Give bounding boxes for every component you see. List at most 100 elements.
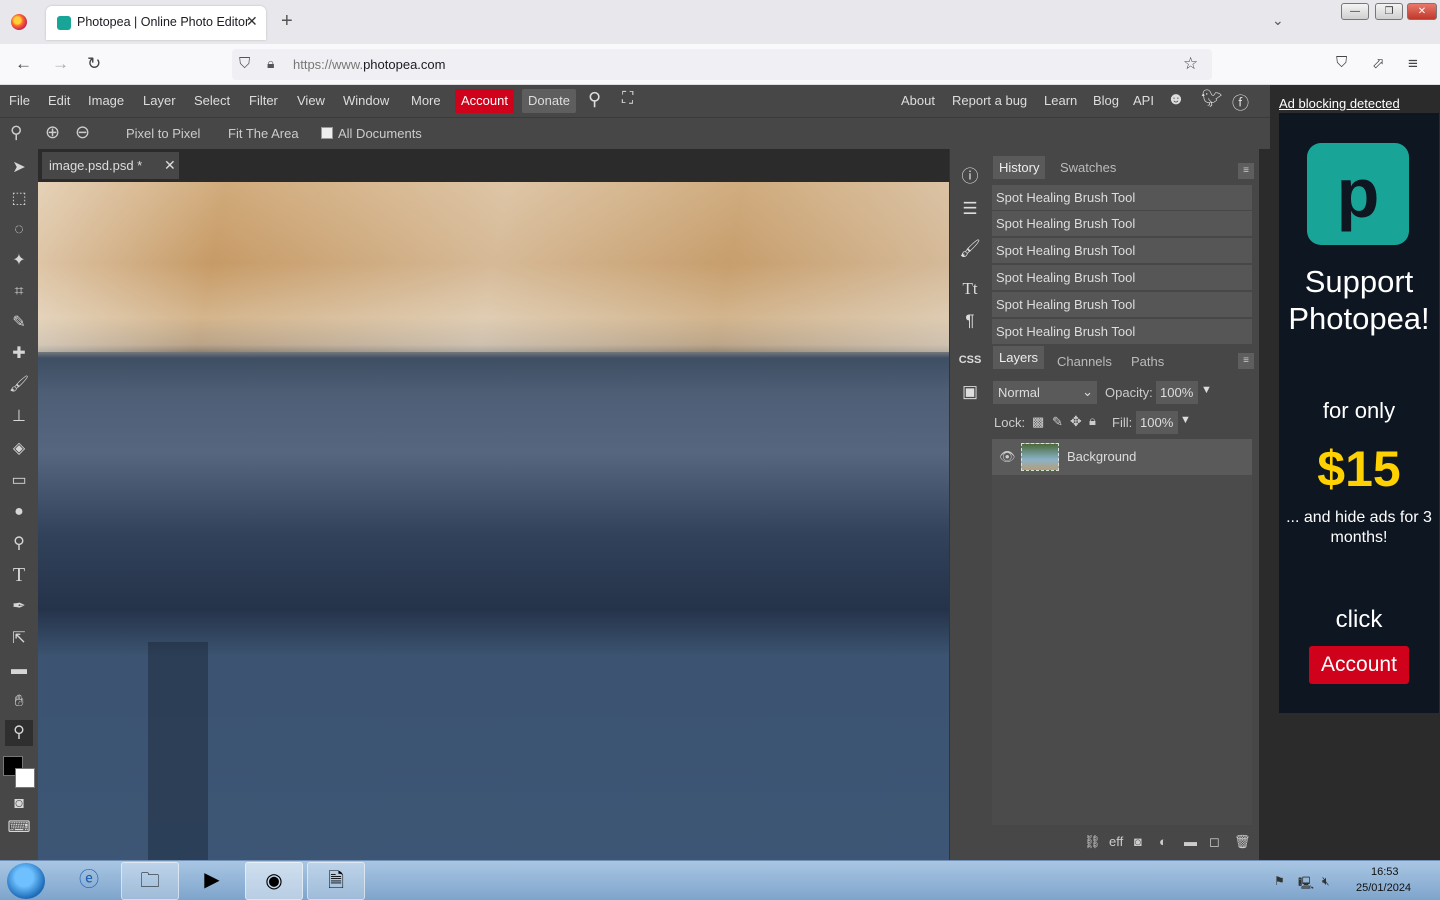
history-item[interactable]: Spot Healing Brush Tool (992, 211, 1252, 237)
media-player-icon[interactable]: ▶ (183, 862, 241, 900)
brush-tool-icon[interactable]: 🖌︎ (5, 372, 33, 398)
firefox-icon[interactable] (11, 14, 27, 30)
visibility-eye-icon[interactable]: 👁︎ (999, 449, 1016, 465)
tab-channels[interactable]: Channels (1057, 354, 1112, 369)
rectangle-tool-icon[interactable]: ▬ (5, 657, 33, 683)
character-icon[interactable]: Tt (958, 277, 982, 301)
document-close-button[interactable]: ✕ (164, 157, 176, 174)
menu-file[interactable]: File (9, 93, 30, 108)
facebook-icon[interactable]: ⓕ (1232, 89, 1249, 114)
zoom-out-icon[interactable]: ⊖ (75, 122, 90, 143)
magic-wand-tool-icon[interactable]: ✦ (5, 248, 33, 274)
history-item[interactable]: Spot Healing Brush Tool (992, 238, 1252, 264)
lock-transparent-icon[interactable]: ▩ (1032, 414, 1044, 430)
url-bar[interactable]: ⛉ 🔒︎ https://www.photopea.com ☆ (232, 49, 1212, 80)
layer-row[interactable]: 👁︎ Background (992, 439, 1252, 475)
crop-tool-icon[interactable]: ⌗ (5, 279, 33, 305)
link-learn[interactable]: Learn (1044, 93, 1077, 108)
maximize-button[interactable]: ❐ (1375, 3, 1403, 20)
hand-tool-icon[interactable]: ✋︎ (5, 689, 33, 715)
ad-blocking-notice-link[interactable]: Ad blocking detected (1279, 96, 1400, 111)
add-mask-icon[interactable]: ◙ (1134, 834, 1142, 849)
pocket-icon[interactable]: ⛉ (1336, 54, 1347, 71)
tab-close-button[interactable]: ✕ (246, 13, 258, 30)
history-item[interactable]: Spot Healing Brush Tool (992, 265, 1252, 291)
blend-mode-select[interactable]: Normal ⌄ (993, 381, 1097, 404)
zoom-in-icon[interactable]: ⊕ (45, 122, 60, 143)
history-item[interactable]: Spot Healing Brush Tool (992, 185, 1252, 211)
network-icon[interactable]: 🖳︎ (1298, 874, 1314, 895)
marquee-tool-icon[interactable]: ⬚ (5, 186, 33, 212)
file-explorer-icon[interactable]: 🗀 (121, 862, 179, 900)
menu-view[interactable]: View (297, 93, 325, 108)
tab-list-chevron-icon[interactable]: ⌄ (1272, 12, 1284, 29)
blur-tool-icon[interactable]: ● (5, 499, 33, 525)
minimize-button[interactable]: — (1341, 3, 1369, 20)
internet-explorer-icon[interactable]: ⓔ (60, 862, 118, 900)
app-taskbar-icon[interactable]: 🗎 (307, 862, 365, 900)
menu-image[interactable]: Image (88, 93, 124, 108)
type-tool-icon[interactable]: T (5, 562, 33, 588)
fullscreen-icon[interactable]: ⛶ (622, 90, 633, 108)
reddit-icon[interactable]: ☻ (1167, 89, 1185, 109)
document-tab[interactable]: image.psd.psd * ✕ (42, 152, 179, 179)
firefox-taskbar-icon[interactable]: ◉ (245, 862, 303, 900)
tab-layers[interactable]: Layers (993, 346, 1045, 369)
clock-date[interactable]: 25/01/2024 (1356, 882, 1411, 894)
back-arrow-icon[interactable]: ← (15, 54, 32, 74)
link-report-bug[interactable]: Report a bug (952, 93, 1027, 108)
window-close-button[interactable]: ✕ (1407, 3, 1437, 20)
hamburger-menu-icon[interactable]: ≡ (1408, 54, 1418, 74)
quick-mask-icon[interactable]: ◙ (5, 791, 33, 817)
adjustment-layer-icon[interactable]: ◐ (1159, 834, 1167, 849)
new-group-icon[interactable]: ▬ (1184, 834, 1197, 849)
lock-icon[interactable]: 🔒︎ (267, 55, 274, 72)
lock-position-icon[interactable]: ✥ (1070, 413, 1082, 430)
reload-icon[interactable]: ↻ (87, 54, 101, 74)
shield-icon[interactable]: ⛉ (239, 55, 250, 72)
dodge-tool-icon[interactable]: ⚲ (5, 531, 33, 557)
gradient-tool-icon[interactable]: ▭ (5, 468, 33, 494)
eyedropper-tool-icon[interactable]: ✎ (5, 310, 33, 336)
new-layer-icon[interactable]: ◻ (1209, 834, 1220, 850)
pen-tool-icon[interactable]: ✒︎ (5, 594, 33, 620)
layers-panel-menu-icon[interactable]: ≡ (1238, 353, 1254, 369)
adjustments-icon[interactable]: ☰ (958, 197, 982, 221)
fill-input[interactable]: 100% (1136, 411, 1178, 434)
clone-stamp-tool-icon[interactable]: ⊥ (5, 404, 33, 430)
keyboard-icon[interactable]: ⌨ (5, 815, 33, 841)
history-item[interactable]: Spot Healing Brush Tool (992, 292, 1252, 318)
opacity-input[interactable]: 100% (1156, 381, 1198, 404)
account-button[interactable]: Account (455, 89, 514, 113)
url-text[interactable]: https://www.photopea.com (293, 57, 445, 72)
menu-layer[interactable]: Layer (143, 93, 176, 108)
move-tool-icon[interactable]: ➤ (5, 155, 33, 181)
link-api[interactable]: API (1133, 93, 1154, 108)
lock-all-icon[interactable]: 🔒︎ (1089, 413, 1096, 429)
pixel-to-pixel-button[interactable]: Pixel to Pixel (126, 126, 200, 141)
fill-dropdown-icon[interactable]: ▼ (1180, 414, 1191, 426)
menu-more[interactable]: More (411, 93, 441, 108)
lock-image-icon[interactable]: ✎ (1052, 414, 1063, 430)
action-center-icon[interactable]: ⚑ (1274, 874, 1285, 888)
search-icon[interactable]: ⚲ (588, 89, 601, 110)
delete-layer-icon[interactable]: 🗑︎ (1234, 834, 1251, 850)
lasso-tool-icon[interactable]: ◌ (5, 217, 33, 243)
brush-settings-icon[interactable]: 🖌︎ (958, 237, 982, 261)
eraser-tool-icon[interactable]: ◈ (5, 436, 33, 462)
image-canvas[interactable] (38, 182, 949, 860)
path-select-tool-icon[interactable]: ⇱ (5, 626, 33, 652)
browser-tab[interactable]: Photopea | Online Photo Editor ✕ (46, 6, 266, 40)
menu-edit[interactable]: Edit (48, 93, 70, 108)
info-icon[interactable]: ⓘ (958, 165, 982, 189)
donate-button[interactable]: Donate (522, 89, 576, 113)
image-icon[interactable]: ▣ (958, 380, 982, 404)
clock-time[interactable]: 16:53 (1371, 866, 1399, 878)
start-button[interactable] (7, 863, 45, 899)
new-tab-button[interactable]: + (281, 10, 293, 33)
ad-banner[interactable]: p Support Photopea! for only $15 ... and… (1279, 113, 1439, 713)
zoom-tool-active-icon[interactable]: ⚲ (5, 720, 33, 746)
paragraph-icon[interactable]: ¶ (958, 309, 982, 333)
healing-brush-tool-icon[interactable]: ✚ (5, 341, 33, 367)
history-item[interactable]: Spot Healing Brush Tool (992, 319, 1252, 345)
